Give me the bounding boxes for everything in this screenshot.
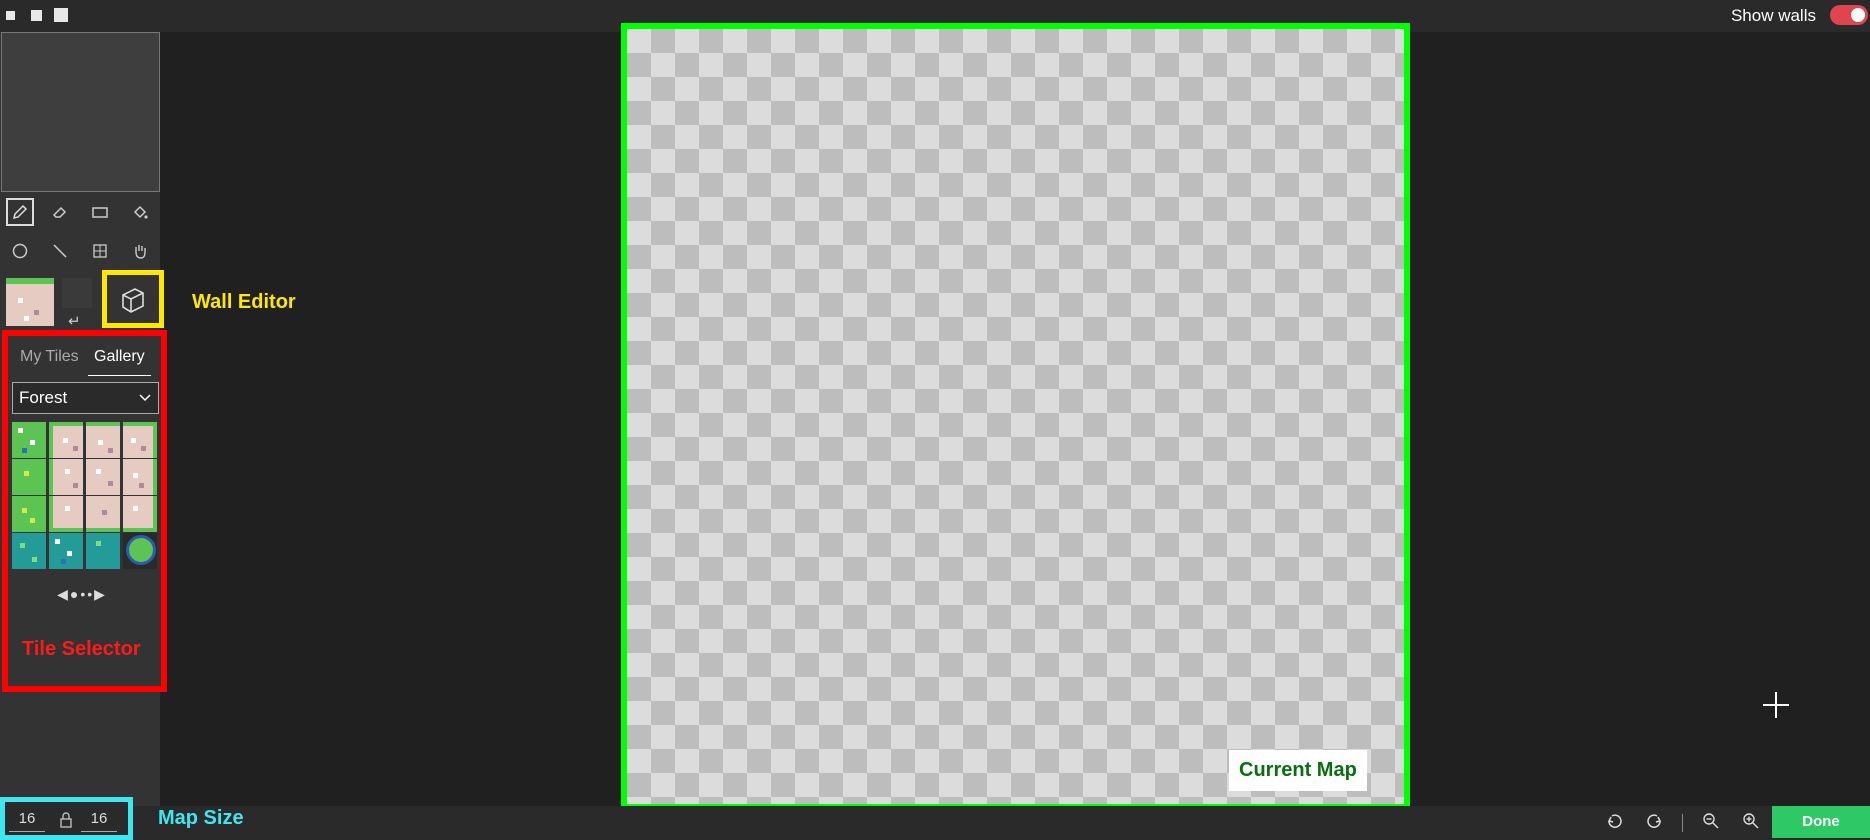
selected-tile[interactable] (6, 278, 54, 326)
tile-dirt-edge-t[interactable] (86, 422, 120, 458)
wall-editor-label: Wall Editor (192, 291, 296, 313)
tile-preview (1, 32, 160, 192)
tile-dirt-edge-b[interactable] (86, 496, 120, 532)
secondary-tile-slot[interactable] (62, 278, 92, 308)
map-size-controls: 16 16 (0, 797, 133, 840)
small-view-button[interactable] (6, 11, 15, 20)
circle-icon[interactable] (6, 237, 34, 265)
bottom-bar (0, 806, 1870, 840)
line-icon[interactable] (46, 237, 74, 265)
chevron-down-icon (138, 383, 152, 423)
toolbar-divider (1682, 814, 1683, 832)
map-size-label: Map Size (158, 807, 244, 829)
current-map-label: Current Map (1229, 750, 1367, 791)
map-canvas[interactable] (621, 23, 1410, 810)
zoom-out-icon[interactable] (1702, 812, 1720, 835)
hand-icon[interactable] (126, 237, 154, 265)
tile-dirt-edge-bl[interactable] (49, 496, 83, 532)
tile-dirt-edge-tr[interactable] (123, 422, 157, 458)
tile-water-flowers[interactable] (49, 533, 83, 569)
fill-bucket-icon[interactable] (126, 198, 154, 226)
tile-grass-leaf[interactable] (12, 496, 46, 532)
tile-grid (12, 422, 160, 570)
tile-set-select[interactable]: Forest (12, 382, 159, 414)
wall-cube-icon (122, 288, 144, 313)
toggle-knob (1851, 8, 1865, 22)
tile-water-grass[interactable] (12, 533, 46, 569)
tile-dirt-edge-br[interactable] (123, 496, 157, 532)
pencil-icon[interactable] (6, 198, 34, 226)
undo-icon[interactable] (1606, 812, 1624, 835)
grid-icon[interactable] (86, 237, 114, 265)
show-walls-label: Show walls (1730, 6, 1816, 25)
tile-selector-panel: My Tiles Gallery Forest ◀●••▶ Tile Selec… (2, 330, 167, 692)
tile-grass-flowers[interactable] (12, 422, 46, 458)
lock-icon[interactable] (59, 812, 73, 833)
large-view-button[interactable] (54, 8, 68, 22)
tile-dirt-edge-l[interactable] (49, 459, 83, 495)
crosshair-cursor-icon (1763, 692, 1789, 718)
done-button[interactable]: Done (1772, 806, 1870, 838)
tile-tabs: My Tiles Gallery (14, 342, 159, 378)
redo-icon[interactable] (1645, 812, 1663, 835)
eraser-icon[interactable] (46, 198, 74, 226)
tile-bush[interactable] (123, 533, 157, 569)
tile-grass-sprout[interactable] (12, 459, 46, 495)
tile-dirt[interactable] (86, 459, 120, 495)
tab-gallery[interactable]: Gallery (88, 342, 151, 376)
tile-water[interactable] (86, 533, 120, 569)
wall-editor-button[interactable] (102, 270, 164, 328)
tab-my-tiles[interactable]: My Tiles (14, 342, 85, 376)
zoom-in-icon[interactable] (1742, 812, 1760, 835)
map-width-input[interactable]: 16 (9, 808, 45, 832)
medium-view-button[interactable] (31, 10, 42, 21)
map-height-input[interactable]: 16 (81, 808, 117, 832)
tile-dirt-edge-tl[interactable] (49, 422, 83, 458)
rectangle-icon[interactable] (86, 198, 114, 226)
show-walls-toggle[interactable] (1830, 5, 1868, 25)
return-icon[interactable]: ↵ (68, 312, 81, 330)
tile-selector-label: Tile Selector (22, 638, 141, 660)
tile-pager[interactable]: ◀●••▶ (42, 586, 122, 603)
tile-dirt-edge-r[interactable] (123, 459, 157, 495)
tile-set-value: Forest (19, 388, 68, 407)
